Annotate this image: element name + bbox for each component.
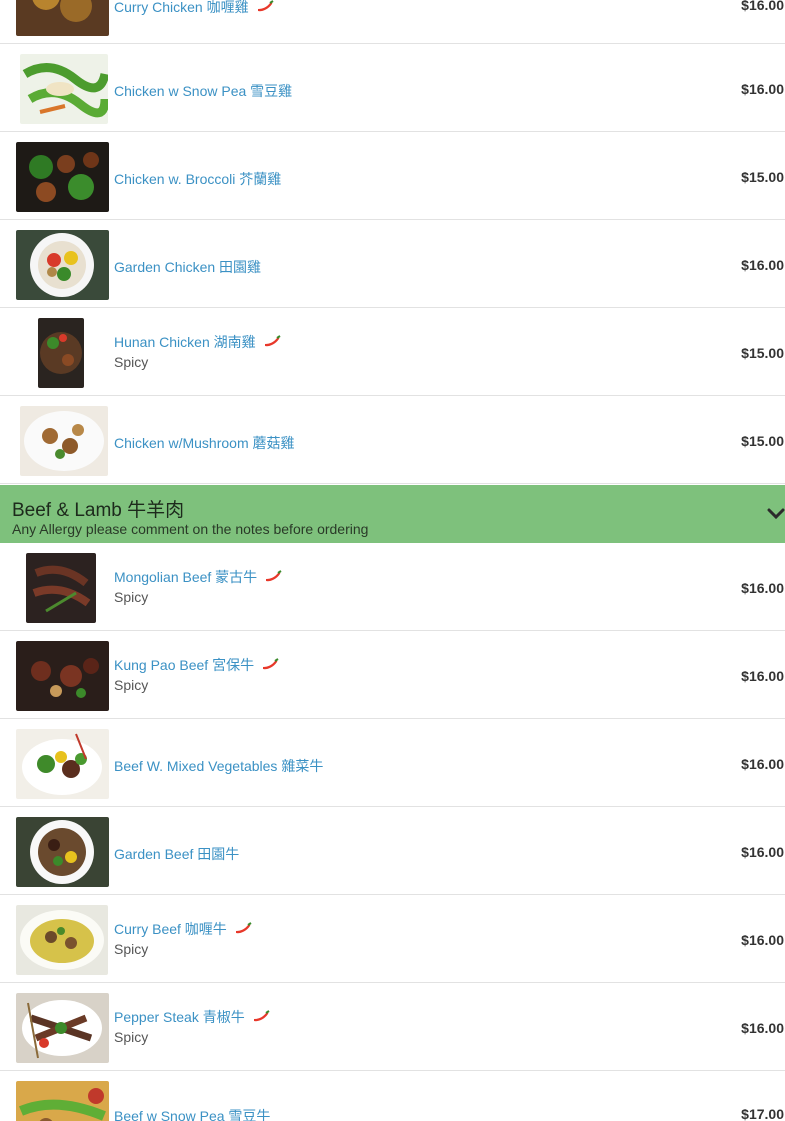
dish-name-text[interactable]: Curry Beef 咖喱牛 xyxy=(114,921,227,937)
chevron-down-icon[interactable] xyxy=(767,505,785,523)
dish-price: $16.00 xyxy=(741,668,784,684)
dish-photo xyxy=(16,993,109,1063)
dish-name[interactable]: Hunan Chicken 湖南雞 xyxy=(114,332,282,352)
dish-photo xyxy=(16,641,109,711)
menu-item[interactable]: Kung Pao Beef 宮保牛 Spicy $16.00 xyxy=(0,631,785,719)
dish-price: $16.00 xyxy=(741,1020,784,1036)
dish-photo xyxy=(20,54,108,124)
dish-price: $16.00 xyxy=(741,844,784,860)
chili-pepper-icon xyxy=(251,1010,271,1024)
dish-price: $17.00 xyxy=(741,1106,784,1121)
dish-price: $15.00 xyxy=(741,169,784,185)
dish-name[interactable]: Garden Beef 田園牛 xyxy=(114,844,239,864)
menu-item[interactable]: Curry Chicken 咖喱雞 $16.00 xyxy=(0,0,785,44)
spicy-label: Spicy xyxy=(114,589,149,605)
menu-item[interactable]: Curry Beef 咖喱牛 Spicy $16.00 xyxy=(0,895,785,983)
chili-pepper-icon xyxy=(233,922,253,936)
menu-item[interactable]: Garden Beef 田園牛 $16.00 xyxy=(0,807,785,895)
dish-price: $16.00 xyxy=(741,257,784,273)
menu-item[interactable]: Beef W. Mixed Vegetables 雜菜牛 $16.00 xyxy=(0,719,785,807)
dish-name-text[interactable]: Curry Chicken 咖喱雞 xyxy=(114,0,249,15)
spicy-label: Spicy xyxy=(114,677,149,693)
dish-photo xyxy=(16,905,108,975)
dish-photo xyxy=(16,142,109,212)
dish-price: $16.00 xyxy=(741,756,784,772)
dish-name-text[interactable]: Pepper Steak 青椒牛 xyxy=(114,1009,245,1025)
dish-photo xyxy=(38,318,84,388)
dish-price: $15.00 xyxy=(741,345,784,361)
dish-photo xyxy=(16,0,109,36)
menu-item[interactable]: Garden Chicken 田園雞 $16.00 xyxy=(0,220,785,308)
dish-name[interactable]: Chicken w/Mushroom 蘑菇雞 xyxy=(114,433,295,453)
section-title: Beef & Lamb 牛羊肉 xyxy=(12,500,185,521)
dish-price: $15.00 xyxy=(741,433,784,449)
menu-item[interactable]: Mongolian Beef 蒙古牛 Spicy $16.00 xyxy=(0,543,785,631)
menu-item[interactable]: Pepper Steak 青椒牛 Spicy $16.00 xyxy=(0,983,785,1071)
dish-name[interactable]: Garden Chicken 田園雞 xyxy=(114,257,261,277)
dish-photo xyxy=(16,1081,109,1121)
dish-photo xyxy=(20,406,108,476)
chili-pepper-icon xyxy=(255,0,275,14)
menu-item[interactable]: Hunan Chicken 湖南雞 Spicy $15.00 xyxy=(0,308,785,396)
section-note: Any Allergy please comment on the notes … xyxy=(12,521,369,537)
spicy-label: Spicy xyxy=(114,354,149,370)
dish-name[interactable]: Beef w Snow Pea 雪豆牛 xyxy=(114,1106,270,1121)
dish-name-text[interactable]: Kung Pao Beef 宮保牛 xyxy=(114,657,254,673)
chili-pepper-icon xyxy=(260,658,280,672)
dish-name[interactable]: Curry Chicken 咖喱雞 xyxy=(114,0,275,17)
dish-price: $16.00 xyxy=(741,932,784,948)
dish-name[interactable]: Curry Beef 咖喱牛 xyxy=(114,919,253,939)
dish-name[interactable]: Pepper Steak 青椒牛 xyxy=(114,1007,271,1027)
dish-photo xyxy=(26,553,96,623)
dish-name-text[interactable]: Hunan Chicken 湖南雞 xyxy=(114,334,256,350)
chili-pepper-icon xyxy=(262,335,282,349)
dish-price: $16.00 xyxy=(741,580,784,596)
dish-name-text[interactable]: Mongolian Beef 蒙古牛 xyxy=(114,569,257,585)
dish-photo xyxy=(16,230,109,300)
spicy-label: Spicy xyxy=(114,1029,149,1045)
dish-photo xyxy=(16,729,109,799)
dish-name[interactable]: Chicken w. Broccoli 芥蘭雞 xyxy=(114,169,281,189)
dish-price: $16.00 xyxy=(741,0,784,13)
dish-name[interactable]: Chicken w Snow Pea 雪豆雞 xyxy=(114,81,292,101)
dish-name[interactable]: Beef W. Mixed Vegetables 雜菜牛 xyxy=(114,756,323,776)
chili-pepper-icon xyxy=(263,570,283,584)
dish-name[interactable]: Mongolian Beef 蒙古牛 xyxy=(114,567,283,587)
section-header[interactable]: Beef & Lamb 牛羊肉 Any Allergy please comme… xyxy=(0,485,785,543)
menu-item[interactable]: Chicken w. Broccoli 芥蘭雞 $15.00 xyxy=(0,132,785,220)
menu-item[interactable]: Beef w Snow Pea 雪豆牛 $17.00 xyxy=(0,1071,785,1121)
dish-name[interactable]: Kung Pao Beef 宮保牛 xyxy=(114,655,280,675)
spicy-label: Spicy xyxy=(114,941,149,957)
dish-photo xyxy=(16,817,109,887)
menu-item[interactable]: Chicken w Snow Pea 雪豆雞 $16.00 xyxy=(0,44,785,132)
menu-page: Curry Chicken 咖喱雞 $16.00 Chicken w Snow … xyxy=(0,0,785,1121)
dish-price: $16.00 xyxy=(741,81,784,97)
menu-item[interactable]: Chicken w/Mushroom 蘑菇雞 $15.00 xyxy=(0,396,785,484)
